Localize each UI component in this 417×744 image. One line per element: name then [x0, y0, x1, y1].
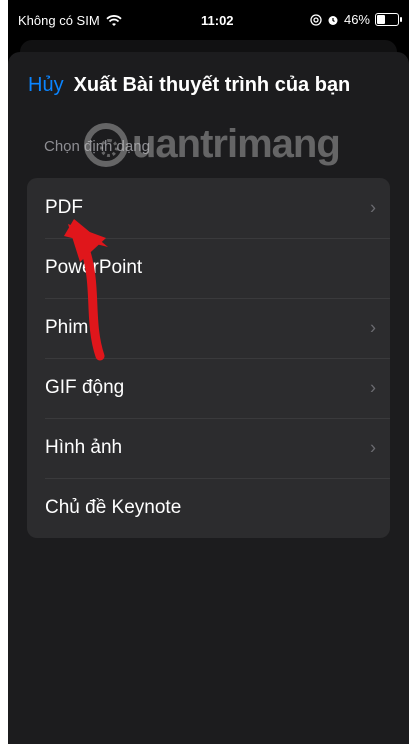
status-time: 11:02: [201, 13, 234, 28]
watermark-text: uantrimang: [132, 122, 341, 166]
format-row-ch-keynote[interactable]: Chủ đề Keynote: [27, 478, 390, 538]
format-label: GIF động: [45, 377, 125, 398]
format-row-phim[interactable]: Phim ›: [27, 298, 390, 358]
at-icon: [310, 13, 322, 26]
battery-icon: [375, 13, 402, 26]
format-label: PDF: [45, 197, 83, 218]
chevron-right-icon: ›: [370, 197, 376, 218]
format-row-powerpoint[interactable]: PowerPoint: [27, 238, 390, 298]
status-bar: Không có SIM 11:02 46%: [8, 0, 409, 40]
export-sheet: Hủy Xuất Bài thuyết trình của bạn Chọn đ…: [8, 52, 409, 744]
watermark-q-icon: [84, 122, 128, 167]
status-left: Không có SIM: [18, 13, 122, 28]
alarm-icon: [328, 15, 338, 25]
wifi-icon: [106, 14, 122, 26]
sheet-title: Xuất Bài thuyết trình của bạn: [73, 74, 351, 96]
carrier-label: Không có SIM: [18, 13, 100, 28]
format-row-h-nh-nh[interactable]: Hình ảnh ›: [27, 418, 390, 478]
status-right: 46%: [310, 12, 402, 27]
format-row-pdf[interactable]: PDF ›: [27, 178, 390, 238]
format-row-gif-ng[interactable]: GIF động ›: [27, 358, 390, 418]
battery-percent: 46%: [343, 12, 370, 27]
phone-screen: Không có SIM 11:02 46% Hủy Xuất Bài thuy…: [8, 0, 409, 744]
sheet-header: Hủy Xuất Bài thuyết trình của bạn: [28, 74, 350, 97]
chevron-right-icon: ›: [370, 317, 376, 338]
cancel-button[interactable]: Hủy: [28, 74, 64, 97]
format-label: Phim: [45, 317, 89, 338]
format-label: PowerPoint: [45, 257, 143, 278]
format-list: PDF › PowerPoint Phim › GIF động › Hình ảnh › Chủ…: [27, 178, 390, 538]
format-label: Chủ đề Keynote: [45, 497, 182, 518]
chevron-right-icon: ›: [370, 437, 376, 458]
format-label: Hình ảnh: [45, 437, 123, 458]
watermark-logo: uantrimang: [84, 122, 341, 167]
battery-fill: [377, 15, 386, 24]
chevron-right-icon: ›: [370, 377, 376, 398]
